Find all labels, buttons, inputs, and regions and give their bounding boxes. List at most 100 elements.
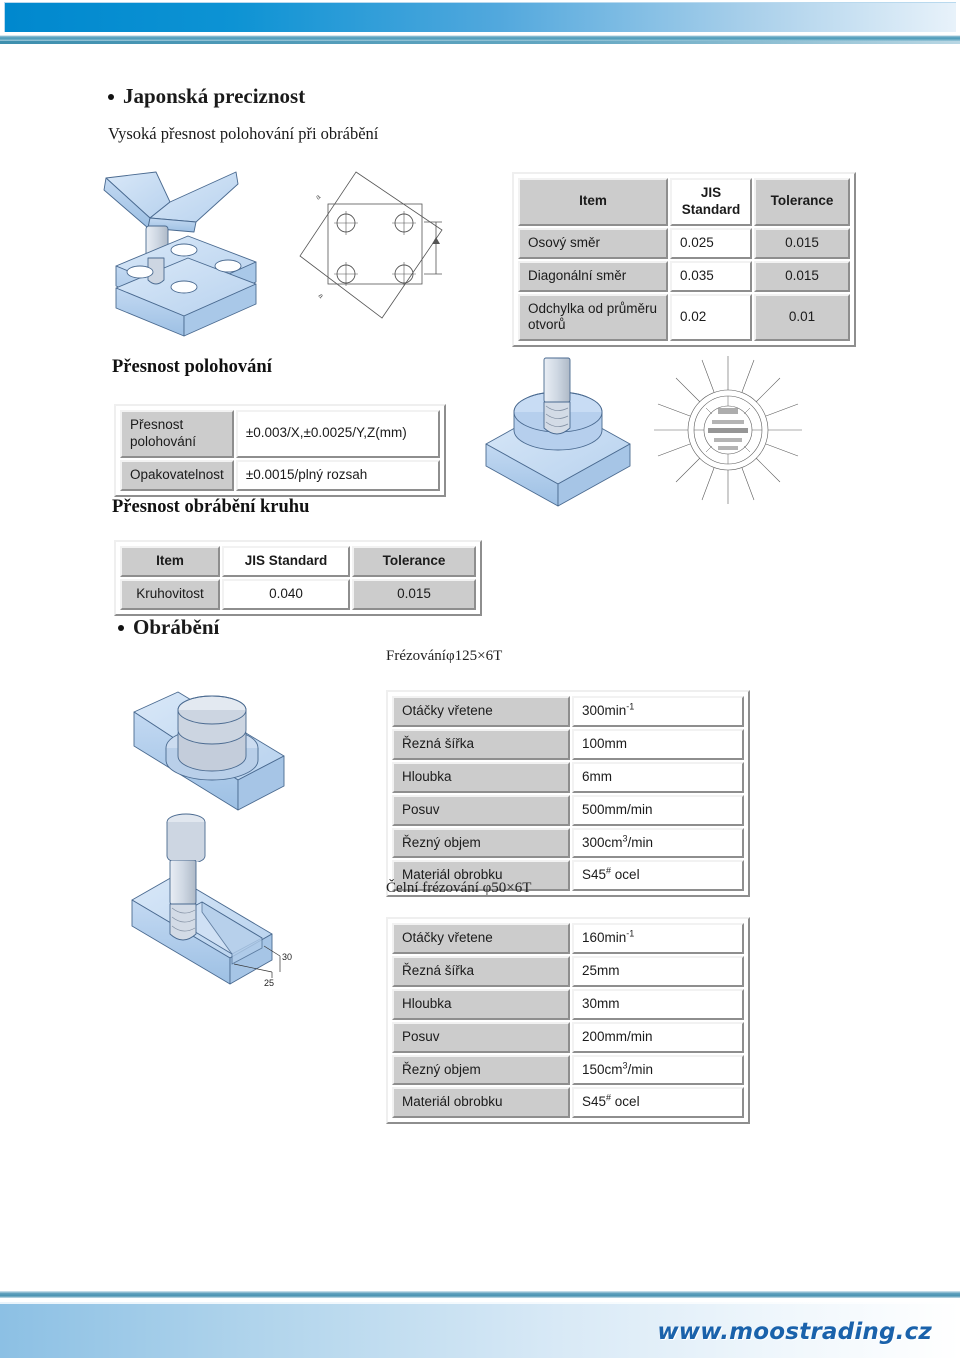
col-header-tolerance: Tolerance [754, 178, 850, 226]
param-label: Hloubka [392, 988, 570, 1020]
cell-tolerance: 0.015 [754, 260, 850, 292]
cell-jis: 0.040 [222, 578, 350, 610]
param-value: 100mm [572, 728, 744, 760]
cell-item: Osový směr [518, 227, 668, 259]
job-two-table-frame: Otáčky vřetene 160min-1 Řezná šířka 25mm… [386, 917, 750, 1125]
param-label: Řezný objem [392, 1054, 570, 1086]
job-two-caption: Čelní frézování φ50×6T [386, 880, 532, 896]
positioning-table-frame: Přesnost polohování ±0.003/X,±0.0025/Y,Z… [114, 404, 446, 497]
param-value: 500mm/min [572, 794, 744, 826]
section-machining-title: Obrábění [118, 615, 219, 640]
section-precision-title-text: Japonská preciznost [123, 84, 306, 108]
table-header-row: Item JIS Standard Tolerance [120, 546, 476, 577]
col-header-item: Item [120, 546, 220, 577]
param-value: S45# ocel [572, 860, 744, 892]
param-value: 300cm3/min [572, 827, 744, 859]
cell-tolerance: 0.015 [352, 578, 476, 610]
job-two-table: Otáčky vřetene 160min-1 Řezná šířka 25mm… [390, 921, 746, 1121]
section-machining-title-text: Obrábění [133, 615, 220, 639]
param-value: 30mm [572, 988, 744, 1020]
cell-item: Odchylka od průměru otvorů [518, 293, 668, 342]
job-one-caption: Frézováníφ125×6T [386, 648, 503, 664]
positioning-table: Přesnost polohování ±0.003/X,±0.0025/Y,Z… [118, 408, 442, 493]
cell-jis: 0.02 [670, 293, 752, 342]
cell-tolerance: 0.015 [754, 227, 850, 259]
table-row: Řezná šířka 25mm [392, 955, 744, 987]
param-label: Materiál obrobku [392, 1087, 570, 1119]
svg-text:a: a [317, 292, 325, 300]
roundness-chart-figure [654, 356, 802, 504]
hole-pattern-drawing-figure: a a [299, 171, 443, 319]
param-label: Otáčky vřetene [392, 923, 570, 954]
table-row: Řezný objem 300cm3/min [392, 827, 744, 859]
table-row: Materiál obrobku S45# ocel [392, 1087, 744, 1119]
section-circle-heading: Přesnost obrábění kruhu [112, 497, 310, 517]
param-value: 6mm [572, 761, 744, 793]
slot-dim-width: 25 [264, 978, 274, 988]
cell-item: Diagonální směr [518, 260, 668, 292]
table-row: Opakovatelnost ±0.0015/plný rozsah [120, 459, 440, 491]
param-label: Řezná šířka [392, 955, 570, 987]
slot-dim-depth: 30 [282, 952, 292, 962]
precision-table: Item JIS Standard Tolerance Osový směr 0.… [516, 176, 852, 344]
param-label: Posuv [392, 794, 570, 826]
table-row: Posuv 200mm/min [392, 1021, 744, 1053]
table-row: Řezná šířka 100mm [392, 728, 744, 760]
table-row: Otáčky vřetene 300min-1 [392, 696, 744, 727]
page-header-decoration [0, 0, 960, 46]
footer-website-watermark: www.moostrading.cz [657, 1319, 932, 1345]
col-header-jis: JIS Standard [670, 178, 752, 226]
footer-rule [0, 1291, 960, 1298]
param-label: Otáčky vřetene [392, 696, 570, 727]
col-header-item: Item [518, 178, 668, 226]
bullet-dot-icon [108, 93, 114, 100]
table-row: Kruhovitost 0.040 0.015 [120, 578, 476, 610]
row-label-accuracy: Přesnost polohování [120, 410, 234, 458]
table-row: Diagonální směr 0.035 0.015 [518, 260, 850, 292]
svg-text:a: a [315, 194, 323, 202]
section-positioning-heading: Přesnost polohování [112, 357, 272, 377]
param-value: S45# ocel [572, 1087, 744, 1119]
bullet-dot-icon [118, 624, 124, 631]
job-one-table: Otáčky vřetene 300min-1 Řezná šířka 100m… [390, 694, 746, 894]
precision-table-frame: Item JIS Standard Tolerance Osový směr 0.… [512, 172, 856, 348]
table-header-row: Item JIS Standard Tolerance [518, 178, 850, 226]
table-row: Posuv 500mm/min [392, 794, 744, 826]
param-value: 160min-1 [572, 923, 744, 954]
param-label: Hloubka [392, 761, 570, 793]
param-label: Posuv [392, 1021, 570, 1053]
table-row: Řezný objem 150cm3/min [392, 1054, 744, 1086]
table-row: Osový směr 0.025 0.015 [518, 227, 850, 259]
table-row: Přesnost polohování ±0.003/X,±0.0025/Y,Z… [120, 410, 440, 458]
cell-jis: 0.035 [670, 260, 752, 292]
table-row: Hloubka 30mm [392, 988, 744, 1020]
drill-plate-figure [103, 171, 257, 337]
header-rule-secondary [0, 41, 960, 44]
circular-milling-figure [485, 357, 631, 507]
face-milled-part-figure [133, 691, 285, 862]
header-gradient-bar [4, 2, 956, 32]
slot-milling-figure: 30 25 [131, 860, 292, 988]
circle-table-frame: Item JIS Standard Tolerance Kruhovitost … [114, 540, 482, 616]
cell-item: Kruhovitost [120, 578, 220, 610]
row-value-accuracy: ±0.003/X,±0.0025/Y,Z(mm) [235, 410, 440, 458]
param-label: Řezný objem [392, 827, 570, 859]
cell-jis: 0.025 [670, 227, 752, 259]
col-header-jis: JIS Standard [222, 546, 350, 577]
circle-table: Item JIS Standard Tolerance Kruhovitost … [118, 544, 478, 612]
job-one-table-frame: Otáčky vřetene 300min-1 Řezná šířka 100m… [386, 690, 750, 898]
footer-gradient-bar: www.moostrading.cz [0, 1304, 960, 1358]
param-value: 150cm3/min [572, 1054, 744, 1086]
col-header-tolerance: Tolerance [352, 546, 476, 577]
table-row: Odchylka od průměru otvorů 0.02 0.01 [518, 293, 850, 342]
section-precision-title: Japonská preciznost [108, 84, 305, 109]
table-row: Hloubka 6mm [392, 761, 744, 793]
param-value: 25mm [572, 955, 744, 987]
row-value-repeatability: ±0.0015/plný rozsah [235, 459, 440, 491]
param-value: 300min-1 [572, 696, 744, 727]
table-row: Otáčky vřetene 160min-1 [392, 923, 744, 954]
row-label-repeatability: Opakovatelnost [120, 459, 234, 491]
section-precision-subtitle: Vysoká přesnost polohování při obrábění [108, 124, 379, 143]
param-value: 200mm/min [572, 1021, 744, 1053]
param-label: Řezná šířka [392, 728, 570, 760]
